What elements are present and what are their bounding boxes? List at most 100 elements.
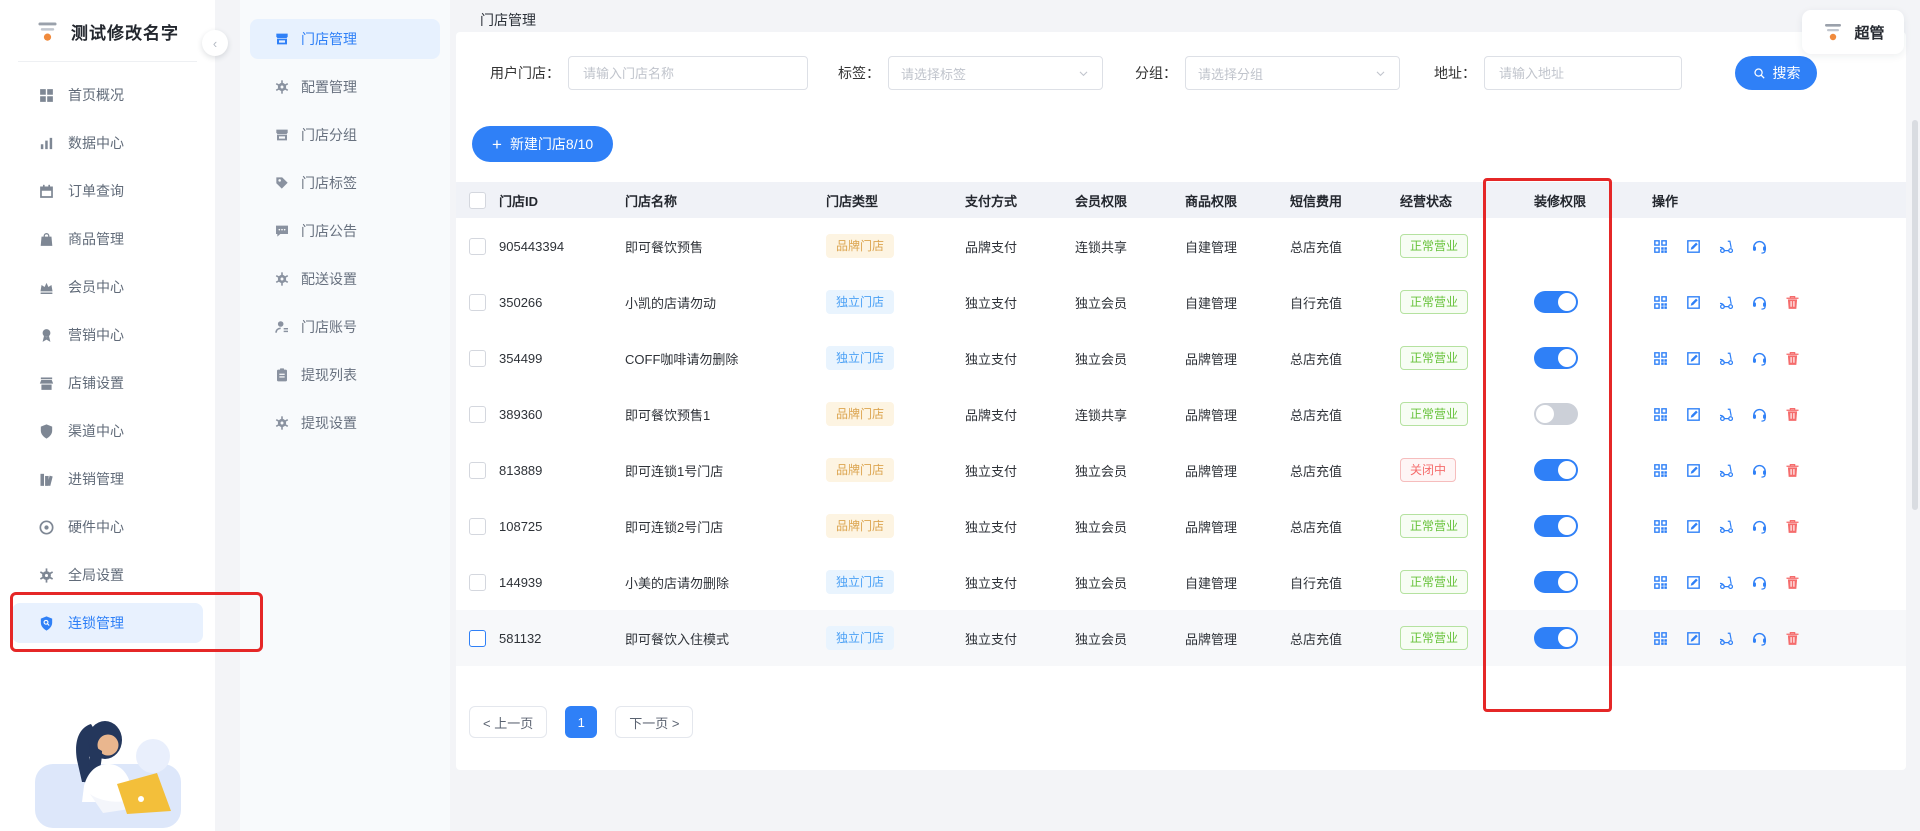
sidebar-item-4[interactable]: 会员中心 (0, 263, 215, 311)
support-icon[interactable] (1751, 462, 1768, 479)
submenu-item-7[interactable]: 提现列表 (240, 351, 450, 399)
sidebar-item-2[interactable]: 订单查询 (0, 167, 215, 215)
support-icon[interactable] (1751, 574, 1768, 591)
qrcode-icon[interactable] (1652, 350, 1669, 367)
delivery-icon[interactable] (1718, 294, 1735, 311)
sidebar-item-9[interactable]: 硬件中心 (0, 503, 215, 551)
delivery-icon[interactable] (1718, 462, 1735, 479)
sidebar-item-1[interactable]: 数据中心 (0, 119, 215, 167)
store-id-cell: 389360 (499, 406, 543, 422)
renovation-toggle[interactable] (1534, 627, 1578, 649)
search-button[interactable]: 搜索 (1735, 56, 1817, 90)
submenu-item-0[interactable]: 门店管理 (240, 15, 450, 63)
delivery-icon[interactable] (1718, 406, 1735, 423)
edit-icon[interactable] (1685, 238, 1702, 255)
renovation-toggle[interactable] (1534, 403, 1578, 425)
delete-icon[interactable] (1784, 406, 1801, 423)
sidebar-item-7[interactable]: 渠道中心 (0, 407, 215, 455)
qrcode-icon[interactable] (1652, 518, 1669, 535)
row-checkbox[interactable] (469, 349, 486, 367)
address-input-wrap (1484, 56, 1682, 90)
edit-icon[interactable] (1685, 462, 1702, 479)
sidebar-item-label: 首页概况 (68, 87, 124, 103)
edit-icon[interactable] (1685, 630, 1702, 647)
business-status-badge: 正常营业 (1400, 234, 1469, 258)
qrcode-icon[interactable] (1652, 294, 1669, 311)
next-page-button[interactable]: 下一页 > (615, 706, 694, 738)
store-name-cell: 即可连锁1号门店 (625, 463, 724, 479)
user-chip[interactable]: 超管 (1802, 10, 1904, 54)
qrcode-icon[interactable] (1652, 238, 1669, 255)
qrcode-icon[interactable] (1652, 630, 1669, 647)
renovation-toggle[interactable] (1534, 291, 1578, 313)
renovation-toggle[interactable] (1534, 459, 1578, 481)
sidebar-item-0[interactable]: 首页概况 (0, 71, 215, 119)
submenu-item-6[interactable]: 门店账号 (240, 303, 450, 351)
support-icon[interactable] (1751, 406, 1768, 423)
row-checkbox[interactable] (469, 517, 486, 535)
sidebar-collapse-button[interactable]: ‹ (202, 30, 228, 56)
store-filter-label: 用户门店： (490, 65, 560, 81)
delete-icon[interactable] (1784, 294, 1801, 311)
row-checkbox[interactable] (469, 461, 486, 479)
submenu-item-1[interactable]: 配置管理 (240, 63, 450, 111)
submenu-item-4[interactable]: 门店公告 (240, 207, 450, 255)
group-select[interactable]: 请选择分组 (1185, 56, 1400, 90)
delivery-icon[interactable] (1718, 574, 1735, 591)
support-icon[interactable] (1751, 518, 1768, 535)
delete-icon[interactable] (1784, 518, 1801, 535)
row-checkbox[interactable] (469, 237, 486, 255)
row-checkbox[interactable] (469, 405, 486, 423)
sidebar-item-11[interactable]: 连锁管理 (0, 599, 215, 647)
sidebar-item-label: 营销中心 (68, 327, 124, 343)
delete-icon[interactable] (1784, 630, 1801, 647)
support-icon[interactable] (1751, 350, 1768, 367)
sidebar-item-5[interactable]: 营销中心 (0, 311, 215, 359)
sidebar-item-label: 连锁管理 (68, 615, 124, 631)
support-icon[interactable] (1751, 238, 1768, 255)
submenu-item-5[interactable]: 配送设置 (240, 255, 450, 303)
submenu-item-8[interactable]: 提现设置 (240, 399, 450, 447)
store-name-input[interactable] (581, 64, 795, 82)
edit-icon[interactable] (1685, 574, 1702, 591)
vertical-scrollbar[interactable] (1912, 120, 1918, 510)
renovation-toggle[interactable] (1534, 515, 1578, 537)
delete-icon[interactable] (1784, 350, 1801, 367)
renovation-toggle[interactable] (1534, 571, 1578, 593)
delete-icon[interactable] (1784, 462, 1801, 479)
new-store-button[interactable]: + 新建门店8/10 (472, 126, 614, 162)
sidebar-item-6[interactable]: 店铺设置 (0, 359, 215, 407)
row-checkbox[interactable] (469, 293, 486, 311)
support-icon[interactable] (1751, 294, 1768, 311)
sidebar-item-8[interactable]: 进销管理 (0, 455, 215, 503)
delivery-icon[interactable] (1718, 350, 1735, 367)
edit-icon[interactable] (1685, 406, 1702, 423)
delete-icon[interactable] (1784, 574, 1801, 591)
pay-method-cell: 品牌支付 (965, 239, 1018, 255)
sidebar-item-icon (38, 87, 55, 104)
row-checkbox[interactable] (469, 573, 486, 591)
edit-icon[interactable] (1685, 518, 1702, 535)
prev-page-button[interactable]: < 上一页 (469, 706, 548, 738)
store-id-cell: 108725 (499, 518, 543, 534)
row-checkbox[interactable] (469, 629, 486, 647)
select-all-checkbox[interactable] (469, 191, 486, 209)
sidebar-item-3[interactable]: 商品管理 (0, 215, 215, 263)
submenu-item-3[interactable]: 门店标签 (240, 159, 450, 207)
qrcode-icon[interactable] (1652, 574, 1669, 591)
delivery-icon[interactable] (1718, 518, 1735, 535)
sidebar-item-10[interactable]: 全局设置 (0, 551, 215, 599)
qrcode-icon[interactable] (1652, 406, 1669, 423)
address-input[interactable] (1497, 64, 1669, 82)
tag-select[interactable]: 请选择标签 (888, 56, 1103, 90)
delivery-icon[interactable] (1718, 630, 1735, 647)
submenu-item-2[interactable]: 门店分组 (240, 111, 450, 159)
delivery-icon[interactable] (1718, 238, 1735, 255)
renovation-toggle[interactable] (1534, 347, 1578, 369)
support-icon[interactable] (1751, 630, 1768, 647)
qrcode-icon[interactable] (1652, 462, 1669, 479)
edit-icon[interactable] (1685, 350, 1702, 367)
current-page-button[interactable]: 1 (565, 706, 598, 738)
edit-icon[interactable] (1685, 294, 1702, 311)
app-logo-row: 测试修改名字 (0, 0, 215, 45)
